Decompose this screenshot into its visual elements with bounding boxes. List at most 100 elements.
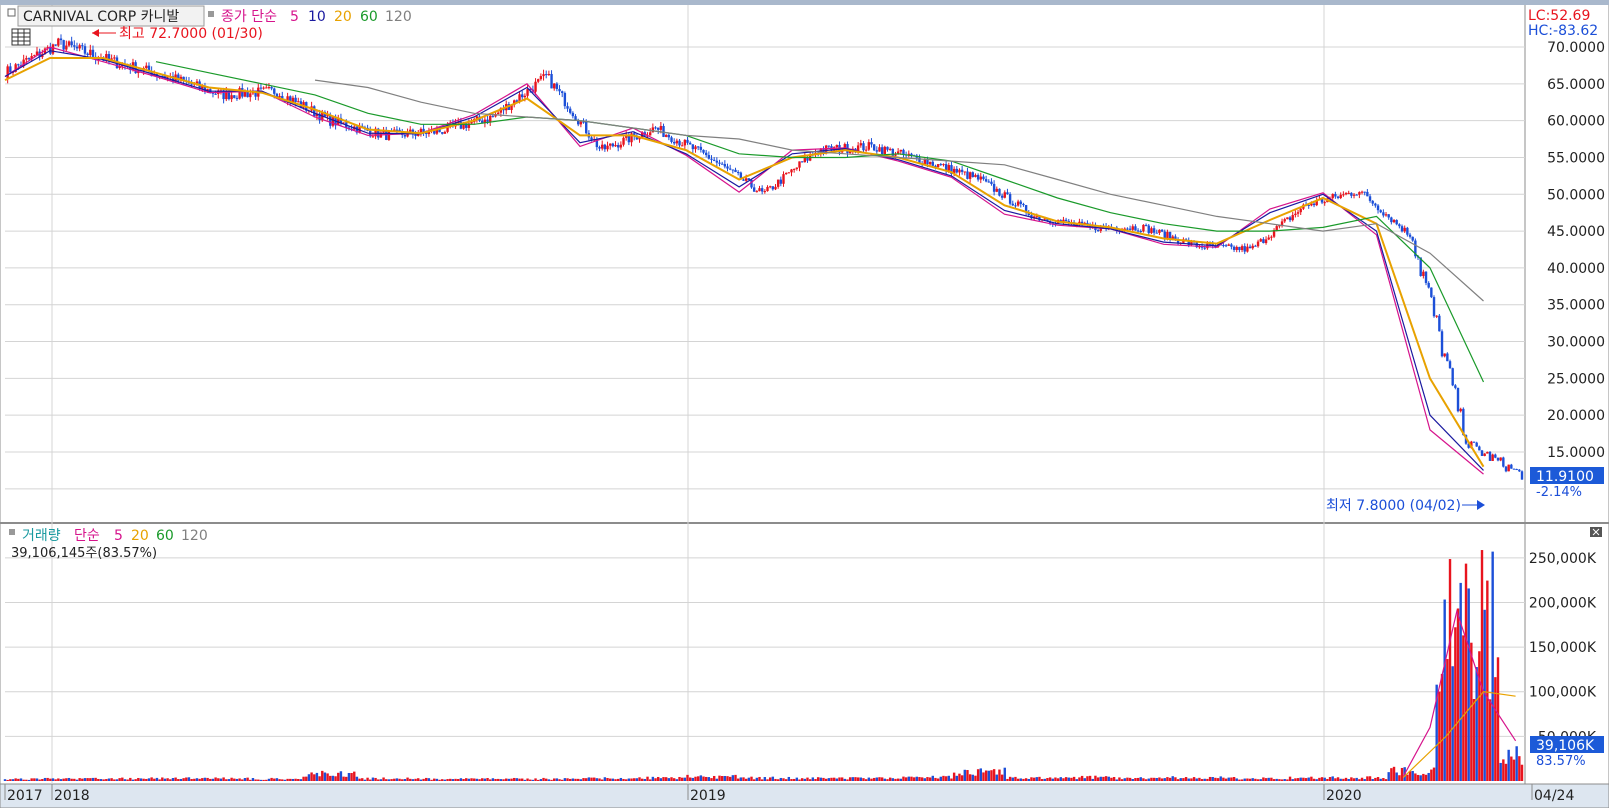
volume-bar	[203, 777, 207, 781]
legend-toggle-icon[interactable]	[7, 8, 16, 17]
candle-body	[27, 58, 31, 60]
volume-bar	[14, 778, 17, 781]
volume-bar	[1006, 778, 1009, 781]
volume-value: 39,106,145주(83.57%)	[11, 546, 157, 561]
volume-bar	[398, 778, 401, 781]
volume-bar	[419, 779, 423, 781]
volume-bar	[150, 777, 153, 781]
candle-body	[1003, 192, 1006, 198]
volume-bar	[78, 778, 81, 781]
candle-body	[1443, 353, 1446, 357]
volume-bar	[558, 779, 561, 781]
candle-body	[1288, 217, 1292, 221]
volume-bar	[219, 778, 223, 781]
volume-bar	[886, 779, 889, 781]
volume-bar	[936, 778, 940, 781]
volume-bar	[81, 778, 84, 781]
volume-bar	[856, 777, 860, 781]
candle-body	[736, 172, 740, 174]
volume-bar	[822, 777, 825, 781]
volume-bar	[1091, 778, 1094, 781]
volume-bar	[257, 779, 260, 781]
price-tick-label: 55.0000	[1547, 150, 1605, 166]
volume-bar	[1243, 778, 1246, 781]
volume-bar	[142, 778, 145, 781]
volume-bar	[1211, 777, 1214, 781]
volume-bar	[371, 777, 375, 781]
volume-bar	[747, 777, 751, 781]
volume-bar	[1262, 777, 1265, 781]
candle-body	[566, 106, 569, 109]
volume-bar	[539, 779, 543, 781]
volume-bar	[425, 777, 428, 781]
candle-body	[113, 57, 116, 59]
candle-body	[862, 143, 865, 151]
candle-body	[409, 129, 412, 132]
volume-bar	[243, 778, 247, 781]
volume-bar	[1339, 778, 1342, 781]
volume-bar	[1328, 777, 1332, 781]
volume-bar	[731, 775, 735, 781]
volume-bar	[1163, 778, 1166, 781]
volume-bar	[742, 777, 745, 781]
volume-bar	[1438, 691, 1441, 781]
volume-bar	[1174, 777, 1177, 781]
volume-bar	[457, 779, 460, 781]
candle-body	[1480, 450, 1484, 456]
volume-bar	[800, 778, 804, 781]
candle-body	[294, 97, 297, 103]
candle-body	[1158, 229, 1161, 233]
volume-bar	[363, 779, 367, 781]
candle-body	[86, 53, 89, 56]
volume-bar	[1222, 777, 1225, 781]
volume-bar	[846, 779, 849, 781]
volume-bar	[702, 776, 705, 781]
volume-bar	[630, 778, 633, 781]
volume-bar	[1176, 779, 1180, 781]
volume-bar	[137, 777, 140, 781]
candle-body	[776, 179, 780, 187]
volume-bar	[1374, 777, 1377, 781]
volume-bar	[1227, 777, 1230, 781]
candle-body	[755, 191, 759, 193]
candle-body	[1422, 271, 1425, 276]
candle-body	[297, 101, 300, 103]
candle-body	[270, 87, 273, 89]
volume-bar	[1390, 768, 1393, 781]
volume-bar	[1499, 762, 1502, 781]
candle-body	[1432, 297, 1436, 317]
candle-body	[651, 127, 655, 133]
volume-bar	[1104, 776, 1108, 781]
volume-bar	[1448, 559, 1452, 781]
candle-body	[585, 121, 588, 134]
volume-bar	[310, 772, 313, 781]
candle-body	[1008, 194, 1012, 204]
candle-body	[728, 168, 732, 170]
candle-body	[694, 146, 697, 150]
volume-bar	[377, 779, 380, 781]
candle-body	[491, 115, 495, 117]
series-toggle-icon[interactable]	[208, 11, 214, 17]
volume-bar	[1064, 777, 1068, 781]
volume-bar	[313, 774, 316, 781]
volume-bar	[1235, 778, 1238, 781]
volume-bar	[17, 778, 20, 781]
price-tick-label: 40.0000	[1547, 261, 1605, 277]
candle-body	[1424, 271, 1428, 283]
volume-bar	[718, 775, 721, 781]
volume-bar	[190, 779, 193, 781]
volume-bar	[467, 778, 471, 781]
volume-bar	[1347, 779, 1350, 781]
price-tick-label: 25.0000	[1547, 371, 1605, 387]
volume-bar	[1464, 563, 1468, 781]
volume-bar	[1371, 779, 1374, 781]
volume-bar	[1094, 775, 1097, 781]
volume-bar	[656, 776, 660, 781]
candle-body	[1488, 451, 1492, 461]
volume-toggle-icon[interactable]	[9, 529, 15, 535]
volume-bar	[411, 779, 415, 781]
volume-bar	[1470, 642, 1473, 781]
volume-bar	[233, 778, 236, 781]
volume-tick-label: 100,000K	[1529, 685, 1597, 701]
candle-body	[534, 81, 537, 92]
